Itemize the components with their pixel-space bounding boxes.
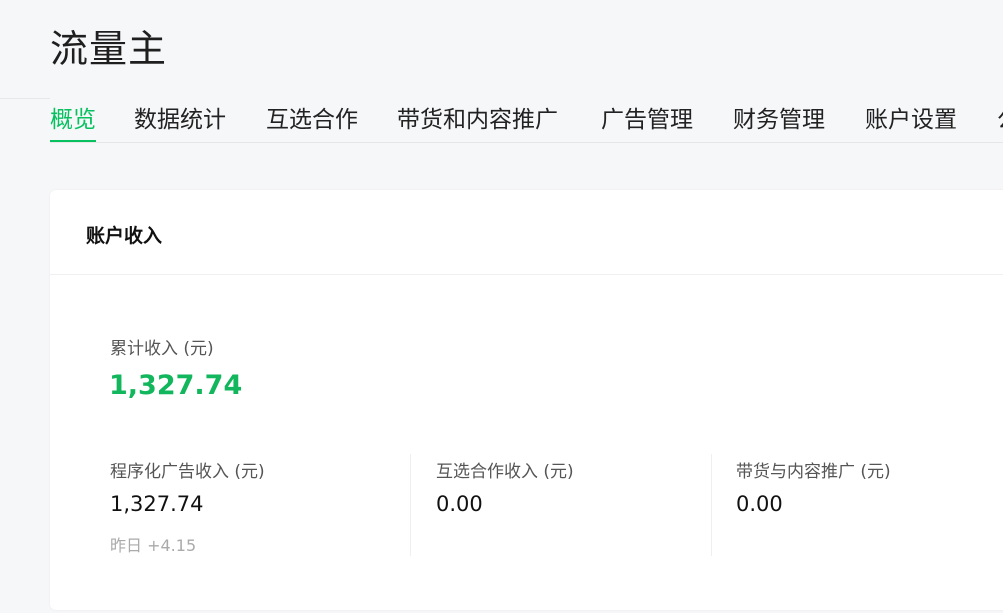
tab-overview[interactable]: 概览 xyxy=(50,100,96,142)
total-income-label: 累计收入 (元) xyxy=(110,339,214,359)
metric-value: 1,327.74 xyxy=(110,492,204,516)
tab-account-settings[interactable]: 账户设置 xyxy=(865,100,957,142)
tab-goods-content-promotion[interactable]: 带货和内容推广 xyxy=(397,100,558,142)
yesterday-change: 昨日 +4.15 xyxy=(110,536,197,555)
page-title: 流量主 xyxy=(50,27,168,71)
tab-finance-management[interactable]: 财务管理 xyxy=(733,100,825,142)
main-tabs: 概览 数据统计 互选合作 带货和内容推广 广告管理 财务管理 账户设置 公 xyxy=(50,100,1003,143)
metric-value: 0.00 xyxy=(436,492,483,516)
tab-ad-management[interactable]: 广告管理 xyxy=(601,100,693,142)
metric-label: 带货与内容推广 (元) xyxy=(736,462,891,482)
header-divider xyxy=(0,98,50,99)
tab-data-statistics[interactable]: 数据统计 xyxy=(134,100,226,142)
tab-partial[interactable]: 公 xyxy=(997,100,1003,142)
metric-value: 0.00 xyxy=(736,492,783,516)
metric-label: 程序化广告收入 (元) xyxy=(110,462,265,482)
tab-mutual-selection[interactable]: 互选合作 xyxy=(266,100,358,142)
card-title: 账户收入 xyxy=(86,225,163,247)
metric-label: 互选合作收入 (元) xyxy=(436,462,574,482)
card-header: 账户收入 xyxy=(50,190,1003,275)
total-income-value: 1,327.74 xyxy=(109,370,243,401)
programmatic-ad-income: 程序化广告收入 (元) 1,327.74 昨日 +4.15 xyxy=(110,454,410,556)
account-income-card: 账户收入 累计收入 (元) 1,327.74 程序化广告收入 (元) 1,327… xyxy=(50,190,1003,610)
mutual-selection-income: 互选合作收入 (元) 0.00 xyxy=(410,454,711,556)
goods-content-promotion-income: 带货与内容推广 (元) 0.00 xyxy=(711,454,1003,556)
